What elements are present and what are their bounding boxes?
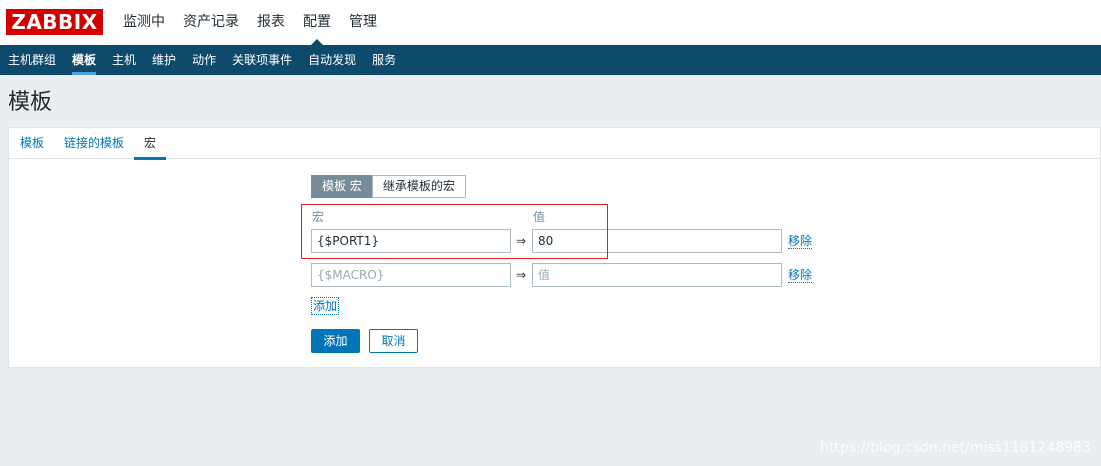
top-bar: ZABBIX 监测中 资产记录 报表 配置 管理: [0, 0, 1101, 45]
remove-link[interactable]: 移除: [788, 234, 813, 249]
page-title: 模板: [8, 90, 53, 115]
add-macro-link[interactable]: 添加: [311, 297, 340, 315]
sub-nav-correlation[interactable]: 关联项事件: [224, 45, 300, 75]
inherited-macros-button[interactable]: 继承模板的宏: [371, 175, 466, 198]
main-nav: 监测中 资产记录 报表 配置 管理: [114, 0, 386, 45]
form-panel: 模板 链接的模板 宏 模板 宏 继承模板的宏 宏 值 {$PORT1} ⇒ 80…: [8, 127, 1101, 368]
macro-scope-toggle: 模板 宏 继承模板的宏: [311, 175, 466, 198]
watermark: https://blog.csdn.net/miss1181248983: [820, 440, 1091, 456]
new-macro-input[interactable]: {$MACRO}: [311, 263, 511, 287]
macro-input[interactable]: {$PORT1}: [311, 229, 511, 253]
tab-template[interactable]: 模板: [20, 128, 44, 159]
sub-nav: 主机群组 模板 主机 维护 动作 关联项事件 自动发现 服务: [0, 45, 1101, 75]
sub-nav-actions[interactable]: 动作: [184, 45, 224, 75]
main-nav-reports[interactable]: 报表: [248, 0, 294, 45]
sub-nav-templates[interactable]: 模板: [64, 45, 104, 75]
sub-nav-maintenance[interactable]: 维护: [144, 45, 184, 75]
value-column-header: 值: [533, 210, 546, 224]
cancel-button[interactable]: 取消: [369, 329, 418, 353]
sub-nav-services[interactable]: 服务: [364, 45, 404, 75]
new-macro-arrow: ⇒: [516, 268, 527, 282]
new-value-input[interactable]: 值: [532, 263, 782, 287]
sub-nav-discovery[interactable]: 自动发现: [300, 45, 364, 75]
sub-nav-host-groups[interactable]: 主机群组: [0, 45, 64, 75]
macro-arrow: ⇒: [516, 234, 527, 248]
template-macros-button[interactable]: 模板 宏: [311, 175, 373, 198]
value-input[interactable]: 80: [532, 229, 782, 253]
zabbix-logo[interactable]: ZABBIX: [6, 9, 103, 35]
main-nav-monitoring[interactable]: 监测中: [114, 0, 174, 45]
form-tabs: 模板 链接的模板 宏: [9, 128, 1100, 160]
main-nav-configuration[interactable]: 配置: [294, 0, 340, 45]
add-button[interactable]: 添加: [311, 329, 360, 353]
main-nav-administration[interactable]: 管理: [340, 0, 386, 45]
main-nav-inventory[interactable]: 资产记录: [174, 0, 248, 45]
tab-macros[interactable]: 宏: [133, 128, 167, 160]
sub-nav-hosts[interactable]: 主机: [104, 45, 144, 75]
tab-linked-templates[interactable]: 链接的模板: [64, 128, 124, 159]
new-row-remove-link[interactable]: 移除: [788, 268, 813, 283]
macro-column-header: 宏: [312, 210, 325, 224]
